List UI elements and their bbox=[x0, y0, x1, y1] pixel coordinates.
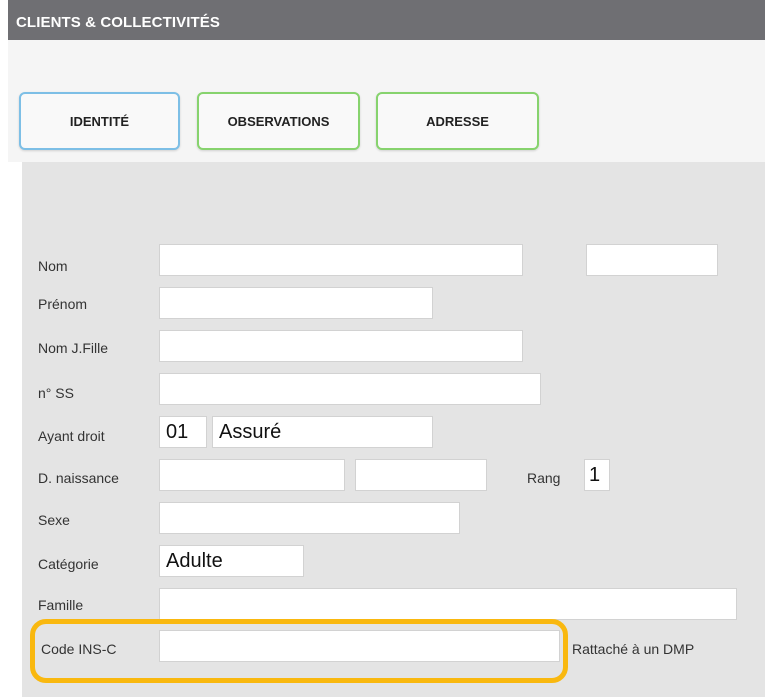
ayant-droit-code-field[interactable]: 01 bbox=[159, 416, 207, 448]
famille-field[interactable] bbox=[159, 588, 737, 620]
naissance-label: D. naissance bbox=[38, 470, 119, 486]
nom-label: Nom bbox=[38, 258, 68, 274]
dmp-label: Rattaché à un DMP bbox=[572, 641, 695, 657]
tab-identite[interactable]: IDENTITÉ bbox=[19, 92, 180, 150]
sexe-field[interactable] bbox=[159, 502, 460, 534]
categorie-label: Catégorie bbox=[38, 556, 99, 572]
sexe-label: Sexe bbox=[38, 512, 70, 528]
ayant-droit-text-field[interactable]: Assuré bbox=[212, 416, 433, 448]
tab-adresse[interactable]: ADRESSE bbox=[376, 92, 539, 150]
naissance-field[interactable] bbox=[159, 459, 345, 491]
naissance-field-2[interactable] bbox=[355, 459, 487, 491]
famille-label: Famille bbox=[38, 597, 84, 613]
nss-label: n° SS bbox=[38, 385, 74, 401]
nom-jfille-field[interactable] bbox=[159, 330, 523, 362]
prenom-field[interactable] bbox=[159, 287, 433, 319]
code-ins-field[interactable] bbox=[159, 630, 560, 662]
nom-jfille-label: Nom J.Fille bbox=[38, 340, 109, 356]
window-title: CLIENTS & COLLECTIVITÉS bbox=[16, 14, 220, 31]
tab-observations[interactable]: OBSERVATIONS bbox=[197, 92, 360, 150]
categorie-field[interactable]: Adulte bbox=[159, 545, 304, 577]
ayant-droit-label: Ayant droit bbox=[38, 428, 105, 444]
rang-label: Rang bbox=[527, 470, 561, 486]
nom-field[interactable] bbox=[159, 244, 523, 276]
nss-field[interactable] bbox=[159, 373, 541, 405]
title-bar: CLIENTS & COLLECTIVITÉS bbox=[8, 0, 765, 40]
rang-field[interactable]: 1 bbox=[584, 459, 610, 491]
code-ins-label: Code INS-C bbox=[41, 641, 117, 657]
nom-extra-field[interactable] bbox=[586, 244, 718, 276]
prenom-label: Prénom bbox=[38, 296, 88, 312]
